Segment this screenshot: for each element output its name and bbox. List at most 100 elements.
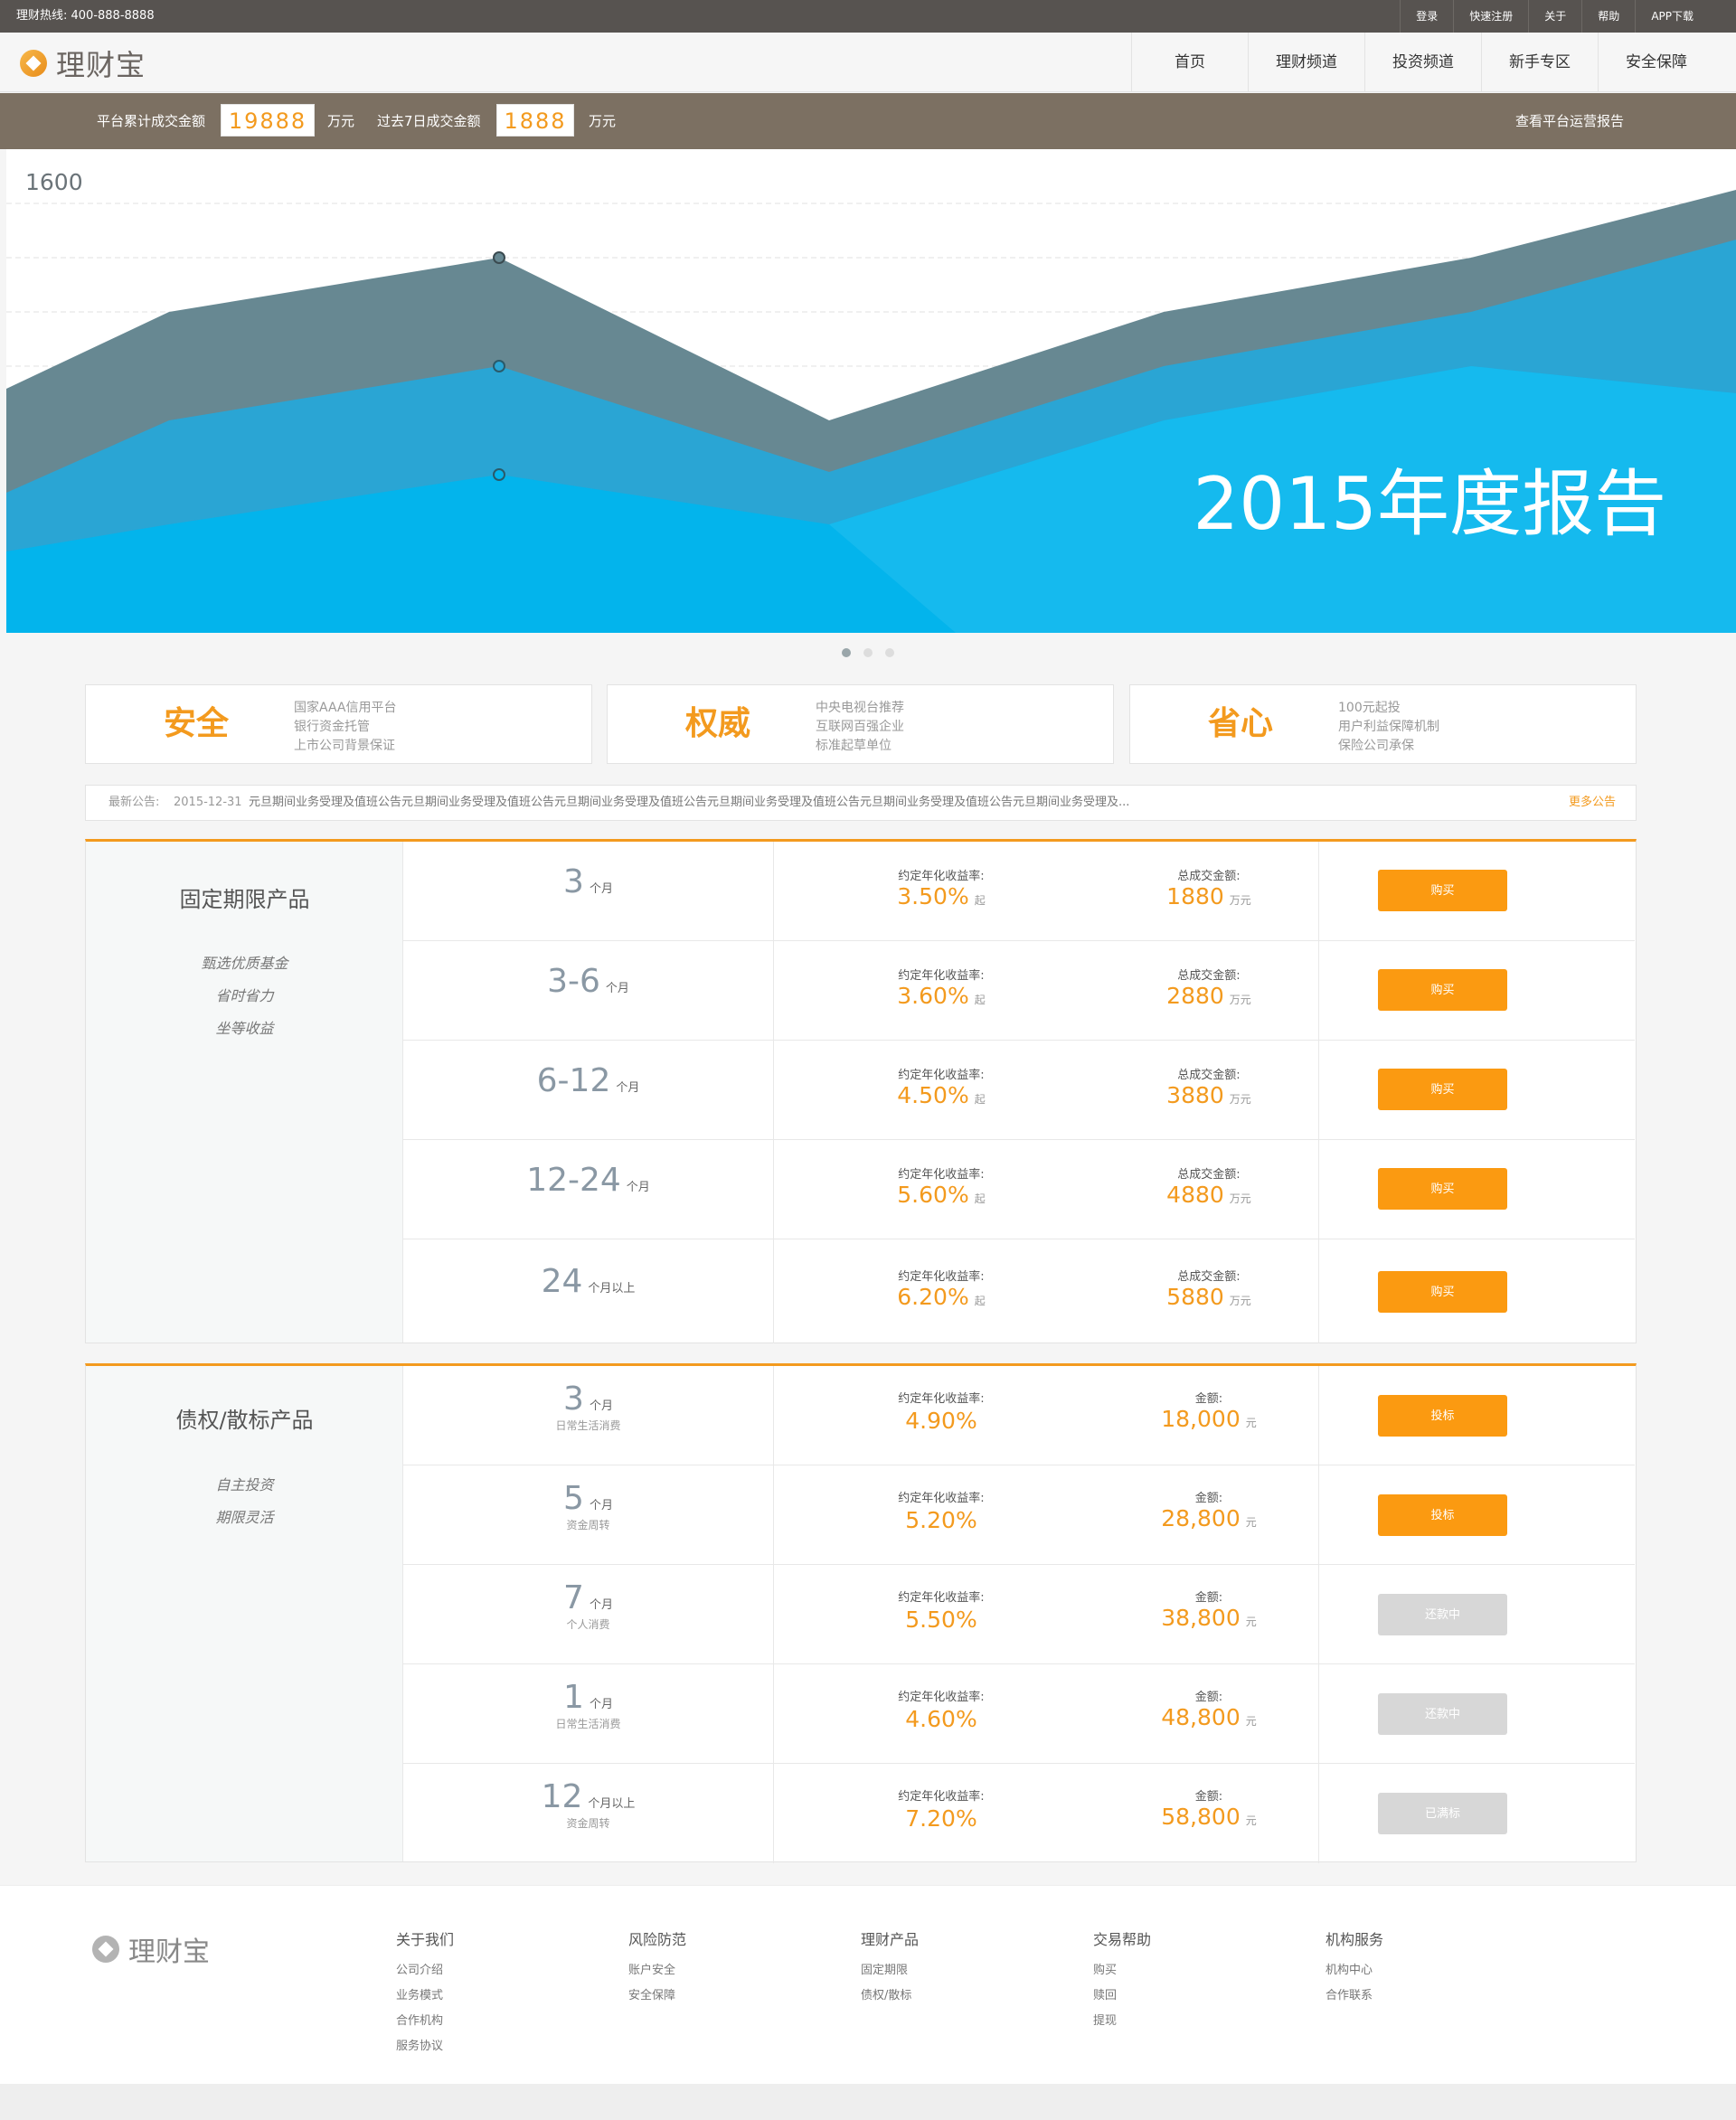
nav-newbie[interactable]: 新手专区 bbox=[1481, 33, 1598, 92]
amount-cell: 总成交金额: 2880 万元 bbox=[1118, 966, 1299, 1009]
footer-link[interactable]: 公司介绍 bbox=[396, 1958, 454, 1983]
amount-cell: 总成交金额: 5880 万元 bbox=[1118, 1267, 1299, 1310]
rate-label: 约定年化收益率: bbox=[898, 1270, 985, 1284]
bid-button[interactable]: 投标 bbox=[1378, 1494, 1507, 1536]
total-volume-value: 19888 bbox=[221, 104, 315, 137]
carousel-dot-3[interactable] bbox=[885, 648, 894, 657]
buy-button[interactable]: 购买 bbox=[1378, 870, 1507, 911]
loan-purpose: 个人消费 bbox=[566, 1618, 610, 1631]
footer-link[interactable]: 业务模式 bbox=[396, 1983, 454, 2009]
footer-link[interactable]: 合作联系 bbox=[1326, 1983, 1383, 2009]
term-cell: 3-6 个月 bbox=[403, 941, 774, 1040]
rate-suffix: 起 bbox=[974, 1192, 986, 1205]
stats-band: 平台累计成交金额 19888 万元 过去7日成交金额 1888 万元 查看平台运… bbox=[0, 93, 1736, 149]
debt-section: 债权/散标产品 自主投资 期限灵活 3 个月 日常生活消费 约定年化收益率: 4.90… bbox=[85, 1363, 1637, 1863]
footer-link[interactable]: 机构中心 bbox=[1326, 1958, 1383, 1983]
operation-report-link[interactable]: 查看平台运营报告 bbox=[1515, 93, 1624, 149]
term-unit: 个月 bbox=[626, 1181, 650, 1194]
amount-cell: 金额: 48,800 元 bbox=[1118, 1687, 1299, 1730]
banner-y-tick: 1600 bbox=[25, 169, 83, 195]
loan-purpose: 日常生活消费 bbox=[555, 1419, 621, 1432]
amount-unit: 元 bbox=[1245, 1616, 1257, 1628]
footer: 理财宝 关于我们 公司介绍 业务模式 合作机构 服务协议 风险防范 账户安全 安… bbox=[0, 1885, 1736, 2084]
feature-line: 国家AAA信用平台 bbox=[294, 701, 397, 715]
feature-safety: 安全 国家AAA信用平台 银行资金托管 上市公司背景保证 bbox=[85, 684, 592, 764]
footer-col-about: 关于我们 公司介绍 业务模式 合作机构 服务协议 bbox=[396, 1927, 454, 2059]
help-link[interactable]: 帮助 bbox=[1581, 0, 1635, 33]
top-bar: 理财热线: 400-888-8888 登录 快速注册 关于 帮助 APP下载 bbox=[0, 0, 1736, 33]
amount-unit: 万元 bbox=[1229, 1192, 1251, 1205]
rate-value: 4.50% bbox=[897, 1082, 969, 1108]
amount-label: 金额: bbox=[1194, 1591, 1223, 1605]
footer-logo[interactable]: 理财宝 bbox=[92, 1929, 210, 1969]
term-unit: 个月 bbox=[589, 1499, 613, 1512]
footer-link[interactable]: 购买 bbox=[1093, 1958, 1151, 1983]
amount-value: 48,800 bbox=[1161, 1704, 1241, 1730]
nav-invest-channel[interactable]: 投资频道 bbox=[1364, 33, 1481, 92]
hotline-text: 理财热线: 400-888-8888 bbox=[16, 9, 155, 23]
term-cell: 5 个月 资金周转 bbox=[403, 1465, 774, 1564]
rate-cell: 约定年化收益率: 3.50% 起 bbox=[824, 866, 1059, 909]
footer-link[interactable]: 赎回 bbox=[1093, 1983, 1151, 2009]
buy-button[interactable]: 购买 bbox=[1378, 969, 1507, 1011]
footer-link[interactable]: 安全保障 bbox=[628, 1983, 686, 2009]
more-notices-link[interactable]: 更多公告 bbox=[1569, 786, 1616, 820]
feature-line: 中央电视台推荐 bbox=[816, 701, 904, 715]
logo[interactable]: 理财宝 bbox=[20, 45, 146, 82]
footer-link[interactable]: 服务协议 bbox=[396, 2034, 454, 2059]
footer-logo-icon bbox=[92, 1936, 119, 1963]
action-cell: 投标 bbox=[1318, 1465, 1635, 1564]
rate-label: 约定年化收益率: bbox=[898, 1069, 985, 1082]
rate-cell: 约定年化收益率: 5.50% bbox=[824, 1588, 1059, 1633]
register-link[interactable]: 快速注册 bbox=[1453, 0, 1528, 33]
footer-link[interactable]: 账户安全 bbox=[628, 1958, 686, 1983]
fixed-term-title: 固定期限产品 bbox=[179, 887, 310, 912]
term-value: 12-24 bbox=[526, 1162, 621, 1199]
buy-button[interactable]: 购买 bbox=[1378, 1168, 1507, 1210]
footer-link[interactable]: 固定期限 bbox=[861, 1958, 919, 1983]
carousel-dot-2[interactable] bbox=[863, 648, 873, 657]
feature-line: 保险公司承保 bbox=[1338, 739, 1414, 753]
nav-finance-channel[interactable]: 理财频道 bbox=[1248, 33, 1364, 92]
term-cell: 3 个月 bbox=[403, 842, 774, 940]
amount-unit: 元 bbox=[1245, 1715, 1257, 1728]
carousel-dot-1[interactable] bbox=[842, 648, 851, 657]
login-link[interactable]: 登录 bbox=[1400, 0, 1453, 33]
term-cell: 12-24 个月 bbox=[403, 1140, 774, 1239]
term-value: 24 bbox=[541, 1263, 583, 1300]
feature-line: 100元起投 bbox=[1338, 701, 1401, 715]
rate-cell: 约定年化收益率: 4.90% bbox=[824, 1389, 1059, 1434]
about-link[interactable]: 关于 bbox=[1528, 0, 1581, 33]
logo-icon bbox=[20, 50, 47, 77]
footer-col-trade-help: 交易帮助 购买 赎回 提现 bbox=[1093, 1927, 1151, 2034]
footer-logo-text: 理财宝 bbox=[128, 1936, 210, 1968]
table-row: 12 个月以上 资金周转 约定年化收益率: 7.20% 金额: 58,800 元 已满标 bbox=[403, 1764, 1635, 1863]
footer-link[interactable]: 提现 bbox=[1093, 2009, 1151, 2034]
footer-link[interactable]: 合作机构 bbox=[396, 2009, 454, 2034]
feature-lines: 100元起投 用户利益保障机制 保险公司承保 bbox=[1338, 699, 1439, 756]
footer-link[interactable]: 债权/散标 bbox=[861, 1983, 919, 2009]
nav-home[interactable]: 首页 bbox=[1131, 33, 1248, 92]
table-row: 7 个月 个人消费 约定年化收益率: 5.50% 金额: 38,800 元 还款中 bbox=[403, 1565, 1635, 1664]
term-cell: 12 个月以上 资金周转 bbox=[403, 1764, 774, 1863]
notice-message[interactable]: 元旦期间业务受理及值班公告元旦期间业务受理及值班公告元旦期间业务受理及值班公告元… bbox=[249, 786, 1424, 820]
term-cell: 1 个月 日常生活消费 bbox=[403, 1664, 774, 1763]
amount-cell: 总成交金额: 1880 万元 bbox=[1118, 866, 1299, 909]
term-value: 7 bbox=[563, 1579, 584, 1616]
feature-line: 上市公司背景保证 bbox=[294, 739, 395, 753]
rate-cell: 约定年化收益率: 3.60% 起 bbox=[824, 966, 1059, 1009]
amount-cell: 金额: 58,800 元 bbox=[1118, 1786, 1299, 1830]
term-unit: 个月 bbox=[589, 1598, 613, 1612]
buy-button[interactable]: 购买 bbox=[1378, 1069, 1507, 1110]
main-nav: 首页 理财频道 投资频道 新手专区 安全保障 bbox=[1131, 33, 1714, 92]
app-download-link[interactable]: APP下载 bbox=[1635, 0, 1709, 33]
nav-security[interactable]: 安全保障 bbox=[1598, 33, 1714, 92]
feature-lines: 中央电视台推荐 互联网百强企业 标准起草单位 bbox=[816, 699, 904, 756]
report-banner[interactable]: 1600 2015年度报告 bbox=[6, 149, 1736, 633]
bid-button[interactable]: 投标 bbox=[1378, 1395, 1507, 1437]
footer-col-title: 理财产品 bbox=[861, 1931, 920, 1948]
buy-button[interactable]: 购买 bbox=[1378, 1271, 1507, 1313]
table-row: 6-12 个月 约定年化收益率: 4.50% 起 总成交金额: 3880 万元 购买 bbox=[403, 1041, 1635, 1140]
rate-value: 5.60% bbox=[897, 1182, 969, 1208]
feature-lines: 国家AAA信用平台 银行资金托管 上市公司背景保证 bbox=[294, 699, 397, 756]
